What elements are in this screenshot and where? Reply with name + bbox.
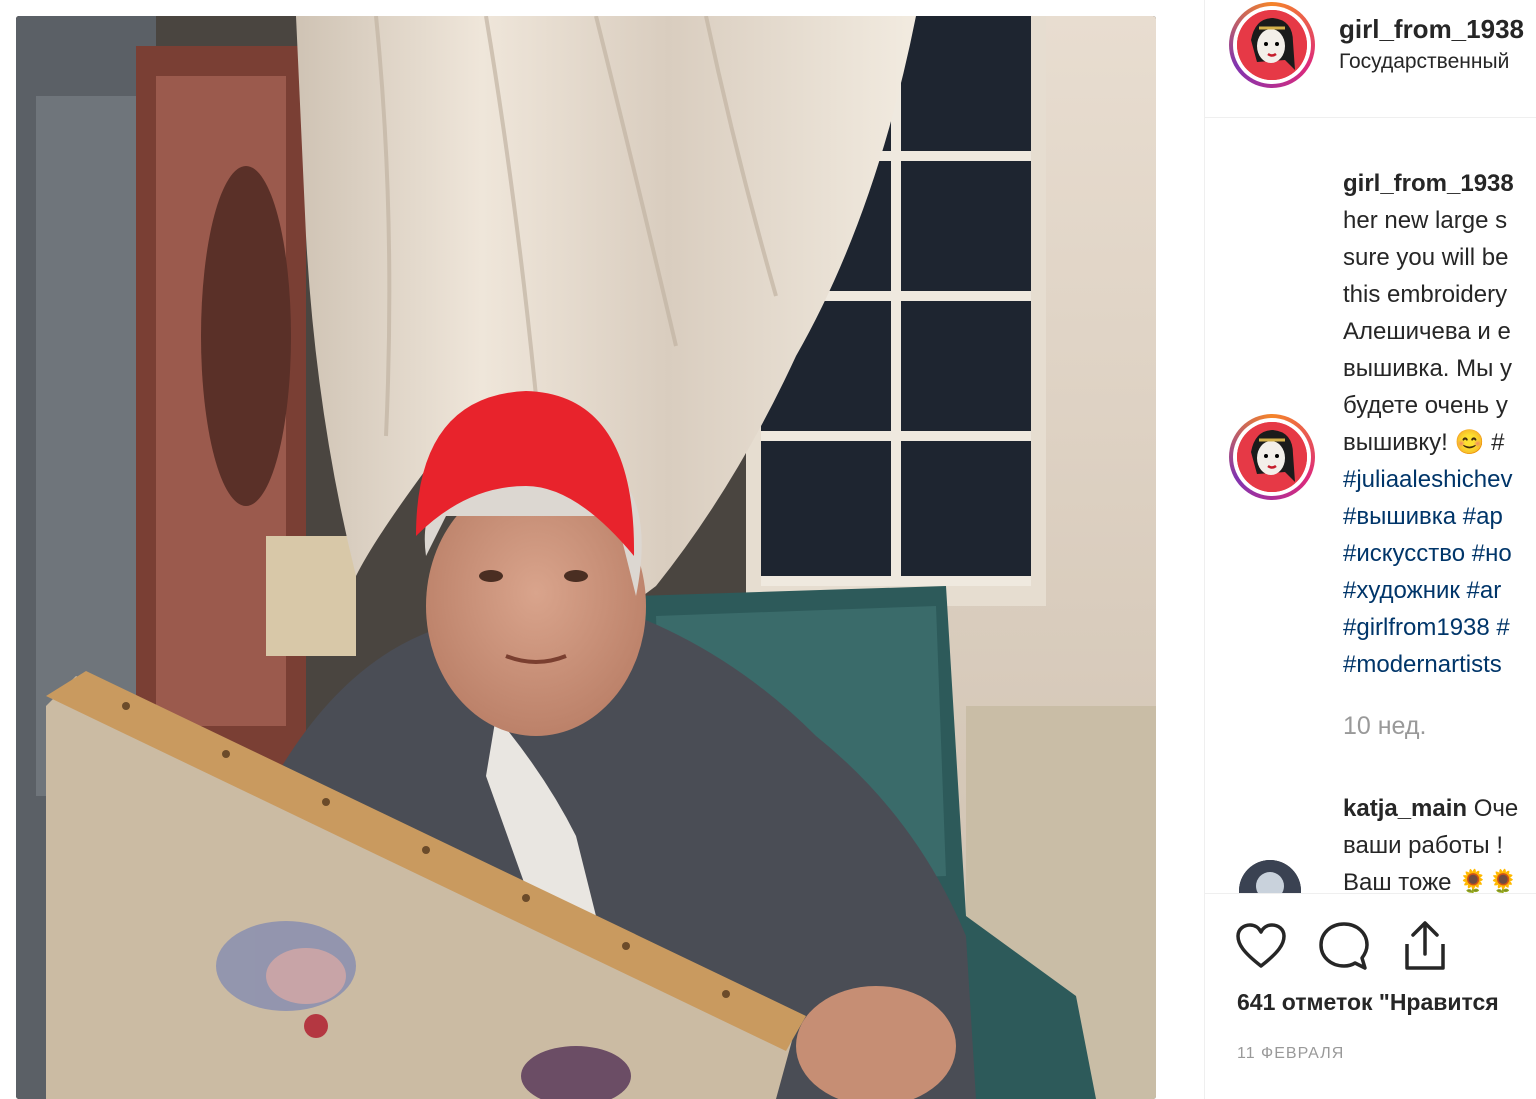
likes-count[interactable]: 641 отметок "Нравится: [1237, 989, 1499, 1016]
hashtag-link[interactable]: #вышивка #ар: [1343, 498, 1536, 535]
comment-icon[interactable]: [1317, 920, 1371, 977]
comment-text: Ваш тоже 🌻🌻: [1343, 869, 1518, 896]
caption-line: будете очень у: [1343, 392, 1508, 419]
hashtag-link[interactable]: #juliaaleshichev: [1343, 461, 1536, 498]
comment-username[interactable]: katja_main: [1343, 795, 1467, 822]
caption-time[interactable]: 10 нед.: [1343, 712, 1426, 741]
caption-line: her new large s: [1343, 207, 1508, 234]
caption-line: Алешичева и е: [1343, 318, 1511, 345]
hashtag-link[interactable]: #girlfrom1938 #: [1343, 609, 1536, 646]
caption-line: вышивку! 😊 #: [1343, 429, 1505, 456]
author-avatar[interactable]: [1229, 2, 1315, 88]
author-username[interactable]: girl_from_1938: [1339, 14, 1524, 45]
post-photo: [16, 16, 1156, 1099]
post-actions: 641 отметок "Нравится 11 ФЕВРАЛЯ: [1205, 893, 1536, 1099]
post-sidebar: girl_from_1938 Государственный girl_from…: [1204, 0, 1536, 1099]
hashtag-link[interactable]: #modernartists: [1343, 646, 1536, 683]
caption-line: this embroidery: [1343, 281, 1508, 308]
caption-author-avatar[interactable]: [1229, 414, 1315, 500]
post-location[interactable]: Государственный: [1339, 50, 1509, 74]
caption-line: sure you will be: [1343, 244, 1509, 271]
caption-username[interactable]: girl_from_1938: [1343, 170, 1514, 197]
share-icon[interactable]: [1401, 918, 1449, 977]
hashtag-link[interactable]: #художник #ar: [1343, 572, 1536, 609]
caption-line: вышивка. Мы у: [1343, 355, 1513, 382]
hashtag-link[interactable]: #искусство #но: [1343, 535, 1536, 572]
post-date[interactable]: 11 ФЕВРАЛЯ: [1237, 1045, 1344, 1063]
post-caption: girl_from_1938 her new large s sure you …: [1343, 165, 1536, 683]
comment-text: ваши работы !: [1343, 832, 1503, 859]
post-header: girl_from_1938 Государственный: [1205, 0, 1536, 118]
comment-text: Оче: [1473, 795, 1519, 822]
heart-icon[interactable]: [1235, 922, 1287, 975]
comment-item: katja_main Оче ваши работы ! Ваш тоже 🌻🌻: [1343, 790, 1518, 901]
